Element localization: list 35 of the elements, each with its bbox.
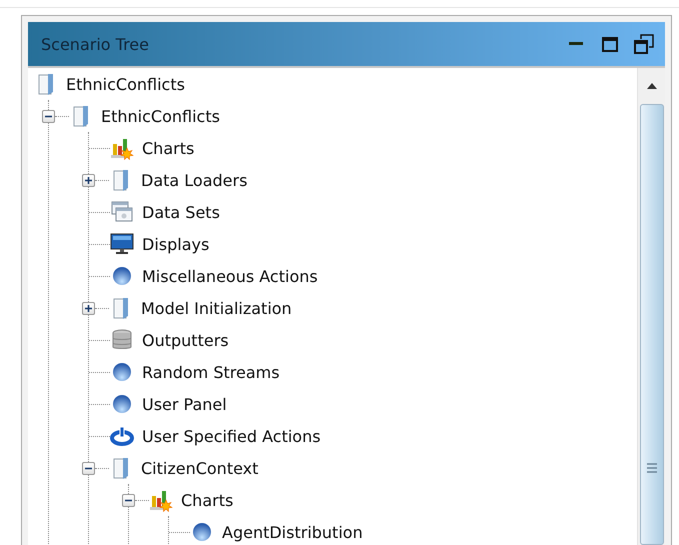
sphere-icon xyxy=(110,264,134,288)
stacked-windows-icon xyxy=(110,200,134,224)
tree-item[interactable]: Data Loaders xyxy=(141,170,248,190)
tree-item[interactable]: CitizenContext xyxy=(141,458,258,478)
tree-item[interactable]: AgentDistribution xyxy=(222,522,363,542)
tree-item[interactable]: Displays xyxy=(142,234,210,254)
tree-item[interactable]: User Panel xyxy=(142,394,227,414)
tree-item[interactable]: Miscellaneous Actions xyxy=(142,266,318,286)
collapse-icon[interactable] xyxy=(82,462,95,474)
database-icon xyxy=(110,328,134,352)
collapse-icon[interactable] xyxy=(42,110,55,122)
monitor-icon xyxy=(110,232,134,256)
collapse-icon[interactable] xyxy=(122,494,135,506)
bar-chart-icon xyxy=(110,136,134,160)
tree-item[interactable]: User Specified Actions xyxy=(142,426,321,446)
maximize-icon[interactable] xyxy=(602,36,618,52)
expand-icon[interactable] xyxy=(82,174,95,186)
tree-item[interactable]: Charts xyxy=(142,138,194,158)
restore-icon[interactable] xyxy=(634,34,654,54)
bar-chart-icon xyxy=(149,488,173,512)
expand-icon[interactable] xyxy=(82,302,95,314)
tree-item[interactable]: Charts xyxy=(181,490,234,510)
sphere-icon xyxy=(110,360,134,384)
scrollbar[interactable] xyxy=(637,68,665,545)
tree-item[interactable]: Outputters xyxy=(142,330,229,350)
tree-item[interactable]: Random Streams xyxy=(142,362,280,382)
minimize-icon[interactable] xyxy=(569,42,583,46)
sphere-icon xyxy=(110,392,134,416)
tree-item[interactable]: Data Sets xyxy=(142,202,220,222)
panel-title: Scenario Tree xyxy=(41,34,150,54)
sphere-icon xyxy=(190,520,214,544)
tree-item[interactable]: Model Initialization xyxy=(141,298,292,318)
tree-item[interactable]: EthnicConflicts xyxy=(101,106,220,126)
tree-item[interactable]: EthnicConflicts xyxy=(66,74,185,94)
scroll-thumb[interactable] xyxy=(640,104,664,545)
